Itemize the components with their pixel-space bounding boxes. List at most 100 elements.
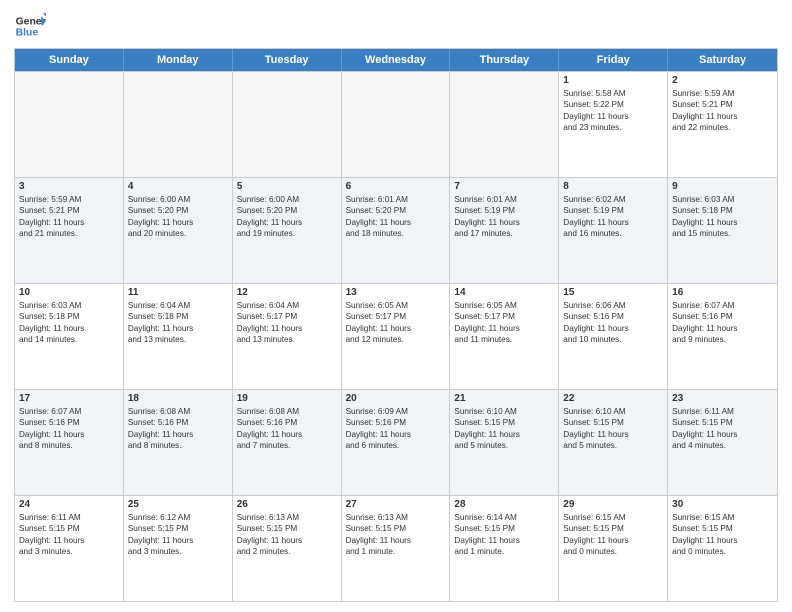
day-number: 17 xyxy=(19,393,119,404)
day-cell-11: 11Sunrise: 6:04 AMSunset: 5:18 PMDayligh… xyxy=(124,284,233,389)
day-number: 7 xyxy=(454,181,554,192)
day-info: Sunrise: 6:02 AMSunset: 5:19 PMDaylight:… xyxy=(563,194,663,240)
day-cell-26: 26 Sunrise: 6:13 AMSunset: 5:15 PMDayligh… xyxy=(233,496,342,601)
day-cell-28: 28 Sunrise: 6:14 AMSunset: 5:15 PMDayligh… xyxy=(450,496,559,601)
day-number: 29 xyxy=(563,499,663,510)
day-cell-3: 3 Sunrise: 5:59 AMSunset: 5:21 PMDaylight… xyxy=(15,178,124,283)
header-day-wednesday: Wednesday xyxy=(342,49,451,71)
day-cell-8: 8 Sunrise: 6:02 AMSunset: 5:19 PMDaylight… xyxy=(559,178,668,283)
header-day-sunday: Sunday xyxy=(15,49,124,71)
day-info: Sunrise: 6:01 AMSunset: 5:20 PMDaylight:… xyxy=(346,194,446,240)
day-number: 8 xyxy=(563,181,663,192)
day-info: Sunrise: 6:08 AMSunset: 5:16 PMDaylight:… xyxy=(237,406,337,452)
logo-icon: General Blue xyxy=(14,10,46,42)
day-number: 14 xyxy=(454,287,554,298)
page: General Blue SundayMondayTuesdayWednesda… xyxy=(0,0,792,612)
day-cell-29: 29Sunrise: 6:15 AMSunset: 5:15 PMDayligh… xyxy=(559,496,668,601)
day-number: 30 xyxy=(672,499,773,510)
day-number: 19 xyxy=(237,393,337,404)
day-info: Sunrise: 5:59 AMSunset: 5:21 PMDaylight:… xyxy=(19,194,119,240)
day-number: 22 xyxy=(563,393,663,404)
calendar: SundayMondayTuesdayWednesdayThursdayFrid… xyxy=(14,48,778,602)
day-number: 12 xyxy=(237,287,337,298)
day-cell-16: 16 Sunrise: 6:07 AMSunset: 5:16 PMDayligh… xyxy=(668,284,777,389)
header-day-friday: Friday xyxy=(559,49,668,71)
day-info: Sunrise: 6:03 AMSunset: 5:18 PMDaylight:… xyxy=(19,300,119,346)
header-day-thursday: Thursday xyxy=(450,49,559,71)
day-number: 28 xyxy=(454,499,554,510)
day-cell-13: 13 Sunrise: 6:05 AMSunset: 5:17 PMDayligh… xyxy=(342,284,451,389)
day-info: Sunrise: 6:12 AMSunset: 5:15 PMDaylight:… xyxy=(128,512,228,558)
day-info: Sunrise: 5:58 AMSunset: 5:22 PMDaylight:… xyxy=(563,88,663,134)
day-number: 13 xyxy=(346,287,446,298)
day-number: 18 xyxy=(128,393,228,404)
day-cell-19: 19 Sunrise: 6:08 AMSunset: 5:16 PMDayligh… xyxy=(233,390,342,495)
day-info: Sunrise: 6:15 AMSunset: 5:15 PMDaylight:… xyxy=(672,512,773,558)
day-info: Sunrise: 6:04 AMSunset: 5:17 PMDaylight:… xyxy=(237,300,337,346)
empty-cell xyxy=(15,72,124,177)
day-info: Sunrise: 6:09 AMSunset: 5:16 PMDaylight:… xyxy=(346,406,446,452)
day-cell-27: 27 Sunrise: 6:13 AMSunset: 5:15 PMDayligh… xyxy=(342,496,451,601)
day-info: Sunrise: 6:10 AMSunset: 5:15 PMDaylight:… xyxy=(454,406,554,452)
day-cell-4: 4 Sunrise: 6:00 AMSunset: 5:20 PMDaylight… xyxy=(124,178,233,283)
empty-cell xyxy=(342,72,451,177)
day-number: 24 xyxy=(19,499,119,510)
day-info: Sunrise: 6:03 AMSunset: 5:18 PMDaylight:… xyxy=(672,194,773,240)
day-info: Sunrise: 6:07 AMSunset: 5:16 PMDaylight:… xyxy=(19,406,119,452)
day-cell-18: 18 Sunrise: 6:08 AMSunset: 5:16 PMDayligh… xyxy=(124,390,233,495)
calendar-row-4: 17 Sunrise: 6:07 AMSunset: 5:16 PMDayligh… xyxy=(15,389,777,495)
day-info: Sunrise: 6:00 AMSunset: 5:20 PMDaylight:… xyxy=(128,194,228,240)
day-info: Sunrise: 6:13 AMSunset: 5:15 PMDaylight:… xyxy=(346,512,446,558)
day-cell-5: 5Sunrise: 6:00 AMSunset: 5:20 PMDaylight… xyxy=(233,178,342,283)
day-info: Sunrise: 6:07 AMSunset: 5:16 PMDaylight:… xyxy=(672,300,773,346)
day-info: Sunrise: 6:11 AMSunset: 5:15 PMDaylight:… xyxy=(672,406,773,452)
day-cell-15: 15Sunrise: 6:06 AMSunset: 5:16 PMDayligh… xyxy=(559,284,668,389)
day-cell-1: 1 Sunrise: 5:58 AMSunset: 5:22 PMDaylight… xyxy=(559,72,668,177)
day-number: 26 xyxy=(237,499,337,510)
day-cell-25: 25 Sunrise: 6:12 AMSunset: 5:15 PMDayligh… xyxy=(124,496,233,601)
day-info: Sunrise: 6:01 AMSunset: 5:19 PMDaylight:… xyxy=(454,194,554,240)
day-number: 27 xyxy=(346,499,446,510)
day-cell-14: 14 Sunrise: 6:05 AMSunset: 5:17 PMDayligh… xyxy=(450,284,559,389)
day-info: Sunrise: 6:08 AMSunset: 5:16 PMDaylight:… xyxy=(128,406,228,452)
day-cell-7: 7 Sunrise: 6:01 AMSunset: 5:19 PMDaylight… xyxy=(450,178,559,283)
day-info: Sunrise: 6:14 AMSunset: 5:15 PMDaylight:… xyxy=(454,512,554,558)
svg-text:Blue: Blue xyxy=(16,28,39,39)
header: General Blue xyxy=(14,10,778,42)
day-number: 11 xyxy=(128,287,228,298)
day-number: 25 xyxy=(128,499,228,510)
empty-cell xyxy=(450,72,559,177)
day-cell-9: 9 Sunrise: 6:03 AMSunset: 5:18 PMDaylight… xyxy=(668,178,777,283)
day-cell-24: 24 Sunrise: 6:11 AMSunset: 5:15 PMDayligh… xyxy=(15,496,124,601)
day-cell-2: 2 Sunrise: 5:59 AMSunset: 5:21 PMDaylight… xyxy=(668,72,777,177)
day-cell-21: 21 Sunrise: 6:10 AMSunset: 5:15 PMDayligh… xyxy=(450,390,559,495)
day-cell-17: 17 Sunrise: 6:07 AMSunset: 5:16 PMDayligh… xyxy=(15,390,124,495)
header-day-monday: Monday xyxy=(124,49,233,71)
day-info: Sunrise: 5:59 AMSunset: 5:21 PMDaylight:… xyxy=(672,88,773,134)
day-info: Sunrise: 6:05 AMSunset: 5:17 PMDaylight:… xyxy=(346,300,446,346)
empty-cell xyxy=(124,72,233,177)
calendar-body: 1 Sunrise: 5:58 AMSunset: 5:22 PMDaylight… xyxy=(15,71,777,601)
day-number: 16 xyxy=(672,287,773,298)
day-info: Sunrise: 6:13 AMSunset: 5:15 PMDaylight:… xyxy=(237,512,337,558)
header-day-saturday: Saturday xyxy=(668,49,777,71)
day-number: 15 xyxy=(563,287,663,298)
empty-cell xyxy=(233,72,342,177)
day-number: 4 xyxy=(128,181,228,192)
day-cell-23: 23Sunrise: 6:11 AMSunset: 5:15 PMDayligh… xyxy=(668,390,777,495)
day-cell-30: 30 Sunrise: 6:15 AMSunset: 5:15 PMDayligh… xyxy=(668,496,777,601)
day-cell-10: 10Sunrise: 6:03 AMSunset: 5:18 PMDayligh… xyxy=(15,284,124,389)
day-number: 2 xyxy=(672,75,773,86)
day-number: 21 xyxy=(454,393,554,404)
day-number: 6 xyxy=(346,181,446,192)
day-info: Sunrise: 6:05 AMSunset: 5:17 PMDaylight:… xyxy=(454,300,554,346)
day-number: 9 xyxy=(672,181,773,192)
day-number: 1 xyxy=(563,75,663,86)
calendar-header: SundayMondayTuesdayWednesdayThursdayFrid… xyxy=(15,49,777,71)
calendar-row-1: 1 Sunrise: 5:58 AMSunset: 5:22 PMDaylight… xyxy=(15,71,777,177)
calendar-row-3: 10Sunrise: 6:03 AMSunset: 5:18 PMDayligh… xyxy=(15,283,777,389)
day-info: Sunrise: 6:10 AMSunset: 5:15 PMDaylight:… xyxy=(563,406,663,452)
day-info: Sunrise: 6:11 AMSunset: 5:15 PMDaylight:… xyxy=(19,512,119,558)
day-number: 3 xyxy=(19,181,119,192)
day-number: 20 xyxy=(346,393,446,404)
